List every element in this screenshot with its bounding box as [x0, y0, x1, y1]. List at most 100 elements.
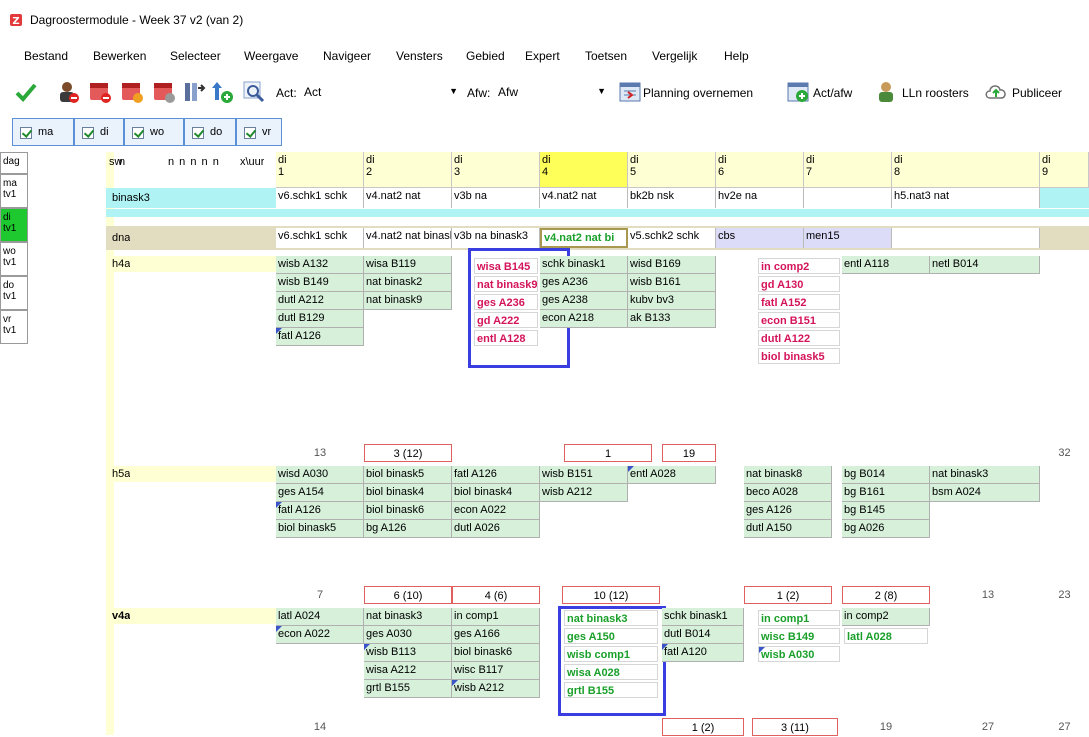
side-tab-vr[interactable]: vr tv1	[0, 310, 28, 344]
binask3-hour-1[interactable]: v6.schk1 schk	[276, 188, 364, 208]
side-tab-di[interactable]: di tv1	[0, 208, 28, 242]
menu-vergelijk[interactable]: Vergelijk	[652, 49, 697, 63]
lesson[interactable]: dutl A212	[276, 292, 364, 310]
dna-hour-6[interactable]: cbs	[716, 228, 804, 248]
lesson[interactable]: nat binask8	[744, 466, 832, 484]
lesson[interactable]: ges A030	[364, 626, 452, 644]
lesson[interactable]: in comp1	[452, 608, 540, 626]
lesson-conflict[interactable]: dutl A122	[758, 330, 840, 346]
day-toggle-vr[interactable]: vr	[236, 118, 282, 146]
menu-expert[interactable]: Expert	[525, 49, 560, 63]
menu-vensters[interactable]: Vensters	[396, 49, 443, 63]
lesson[interactable]: wisb A132	[276, 256, 364, 274]
lesson[interactable]: schk binask1	[540, 256, 628, 274]
lesson-conflict[interactable]: fatl A152	[758, 294, 840, 310]
remove-teacher-icon[interactable]	[56, 80, 80, 104]
hour-header-3[interactable]: di 3	[452, 152, 540, 188]
binask3-hour-7[interactable]	[804, 188, 892, 208]
day-toggle-ma[interactable]: ma	[12, 118, 74, 146]
lesson[interactable]: netl B014	[930, 256, 1040, 274]
lesson-highlight[interactable]: wisb A030	[758, 646, 840, 662]
lesson-conflict[interactable]: in comp2	[758, 258, 840, 274]
student-icon[interactable]	[874, 80, 898, 104]
lesson[interactable]: econ A022	[276, 626, 364, 644]
lesson[interactable]: wisb B151	[540, 466, 628, 484]
side-tab-ma[interactable]: ma tv1	[0, 174, 28, 208]
lesson[interactable]: bg A126	[364, 520, 452, 538]
binask3-hour-4[interactable]: v4.nat2 nat	[540, 188, 628, 208]
day-toggle-di[interactable]: di	[74, 118, 124, 146]
hour-header-1[interactable]: di 1	[276, 152, 364, 188]
lesson[interactable]: entl A118	[842, 256, 930, 274]
menu-navigeer[interactable]: Navigeer	[323, 49, 371, 63]
dna-hour-8[interactable]	[892, 228, 1040, 248]
dna-hour-5[interactable]: v5.schk2 schk	[628, 228, 716, 248]
side-tab-do[interactable]: do tv1	[0, 276, 28, 310]
lesson[interactable]: bg B161	[842, 484, 930, 502]
planning-icon[interactable]	[618, 80, 642, 104]
dna-hour-2[interactable]: v4.nat2 nat binask3	[364, 228, 452, 248]
hour-header-4[interactable]: di 4	[540, 152, 628, 188]
row-name-v4a[interactable]: v4a	[110, 608, 130, 624]
lesson[interactable]: fatl A126	[452, 466, 540, 484]
lesson[interactable]: wisa A212	[364, 662, 452, 680]
lesson-conflict[interactable]: econ B151	[758, 312, 840, 328]
lesson-conflict[interactable]: biol binask5	[758, 348, 840, 364]
lesson[interactable]: bg A026	[842, 520, 930, 538]
remove-week-icon[interactable]	[88, 80, 112, 104]
lesson[interactable]: ges A236	[540, 274, 628, 292]
lesson[interactable]: biol binask6	[452, 644, 540, 662]
lesson[interactable]: biol binask5	[276, 520, 364, 538]
dna-hour-7[interactable]: men15	[804, 228, 892, 248]
lesson[interactable]: wisa B119	[364, 256, 452, 274]
lesson[interactable]: bg B014	[842, 466, 930, 484]
lesson[interactable]: ges A126	[744, 502, 832, 520]
lesson[interactable]: nat binask3	[930, 466, 1040, 484]
menu-help[interactable]: Help	[724, 49, 749, 63]
dna-hour-4[interactable]: v4.nat2 nat bi	[540, 228, 628, 248]
lesson[interactable]: schk binask1	[662, 608, 744, 626]
hour-header-8[interactable]: di 8	[892, 152, 1040, 188]
lesson[interactable]: wisb A212	[452, 680, 540, 698]
lesson[interactable]: nat binask2	[364, 274, 452, 292]
dna-hour-3[interactable]: v3b na binask3	[452, 228, 540, 248]
lesson[interactable]: bg B145	[842, 502, 930, 520]
lesson[interactable]: fatl A126	[276, 502, 364, 520]
lesson[interactable]: beco A028	[744, 484, 832, 502]
act-combo[interactable]: Act ▼	[300, 82, 462, 102]
lesson[interactable]: biol binask6	[364, 502, 452, 520]
lesson-highlight[interactable]: latl A028	[844, 628, 928, 644]
lesson[interactable]: wisc B117	[452, 662, 540, 680]
binask3-hour-6[interactable]: hv2e na	[716, 188, 804, 208]
side-tab-wo[interactable]: wo tv1	[0, 242, 28, 276]
hour-header-6[interactable]: di 6	[716, 152, 804, 188]
hour-header-5[interactable]: di 5	[628, 152, 716, 188]
lesson[interactable]: in comp2	[842, 608, 930, 626]
day-toggle-wo[interactable]: wo	[124, 118, 184, 146]
day-toggle-do[interactable]: do	[184, 118, 236, 146]
copy-week-icon[interactable]	[152, 80, 176, 104]
menu-bestand[interactable]: Bestand	[24, 49, 68, 63]
publish-cloud-icon[interactable]	[984, 80, 1008, 104]
lesson[interactable]: dutl B129	[276, 310, 364, 328]
lesson[interactable]: entl A028	[628, 466, 716, 484]
afw-combo[interactable]: Afw ▼	[494, 82, 610, 102]
lesson[interactable]: wisb B161	[628, 274, 716, 292]
row-name-dna[interactable]: dna	[110, 230, 130, 246]
act-afw-button[interactable]: Act/afw	[813, 86, 852, 100]
lesson-highlight[interactable]: in comp1	[758, 610, 840, 626]
lesson[interactable]: biol binask5	[364, 466, 452, 484]
lesson[interactable]: ges A238	[540, 292, 628, 310]
menu-selecteer[interactable]: Selecteer	[170, 49, 221, 63]
search-icon[interactable]	[242, 80, 266, 104]
menu-gebied[interactable]: Gebied	[466, 49, 505, 63]
row-name-h5a[interactable]: h5a	[110, 466, 130, 482]
lesson[interactable]: grtl B155	[364, 680, 452, 698]
lln-roosters-button[interactable]: LLn roosters	[902, 86, 969, 100]
row-name-h4a[interactable]: h4a	[110, 256, 130, 272]
binask3-hour-3[interactable]: v3b na	[452, 188, 540, 208]
lesson-conflict[interactable]: gd A130	[758, 276, 840, 292]
checkmark-icon[interactable]	[14, 80, 38, 104]
row-name-binask3[interactable]: binask3	[110, 190, 150, 206]
swap-hours-icon[interactable]	[182, 80, 206, 104]
